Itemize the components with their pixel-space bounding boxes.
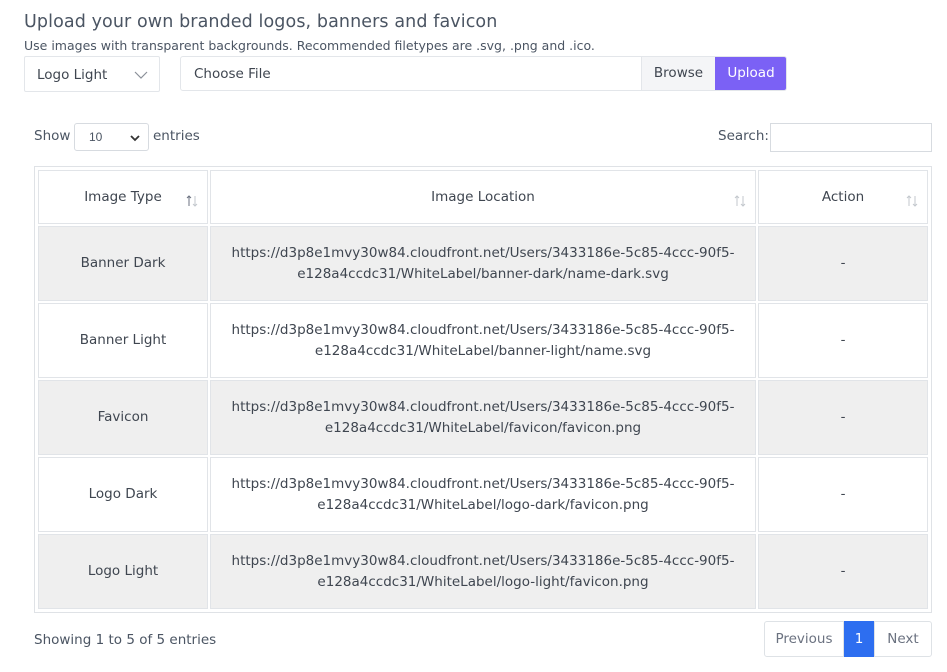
search-label: Search: [718, 128, 769, 144]
cell-action: - [758, 380, 928, 455]
cell-action: - [758, 226, 928, 301]
location-line: e128a4ccdc31/WhiteLabel/banner-light/nam… [314, 342, 652, 359]
browse-button[interactable]: Browse [641, 57, 715, 90]
page-size-select[interactable]: 10 [74, 123, 149, 151]
cell-action: - [758, 303, 928, 378]
show-label: Show [34, 128, 71, 144]
location-line: https://d3p8e1mvy30w84.cloudfront.net/Us… [231, 244, 735, 261]
file-upload-group: Choose File Browse Upload [180, 56, 787, 91]
sort-arrows-icon [734, 195, 746, 207]
table-row: Favicon https://d3p8e1mvy30w84.cloudfron… [38, 380, 928, 455]
chevron-down-icon [130, 135, 140, 142]
cell-image-type: Logo Light [38, 534, 208, 609]
next-page-button[interactable]: Next [874, 621, 932, 657]
location-line: e128a4ccdc31/WhiteLabel/logo-light/favic… [317, 573, 649, 590]
location-line: https://d3p8e1mvy30w84.cloudfront.net/Us… [231, 552, 735, 569]
location-line: https://d3p8e1mvy30w84.cloudfront.net/Us… [231, 398, 735, 415]
cell-image-location: https://d3p8e1mvy30w84.cloudfront.net/Us… [210, 380, 756, 455]
cell-image-type: Banner Dark [38, 226, 208, 301]
sort-arrows-icon [186, 195, 198, 207]
table-row: Logo Light https://d3p8e1mvy30w84.cloudf… [38, 534, 928, 609]
image-type-select[interactable]: Logo Light [24, 56, 160, 92]
previous-page-button[interactable]: Previous [764, 621, 844, 657]
cell-image-location: https://d3p8e1mvy30w84.cloudfront.net/Us… [210, 226, 756, 301]
column-header-image-location[interactable]: Image Location [210, 170, 756, 224]
cell-image-location: https://d3p8e1mvy30w84.cloudfront.net/Us… [210, 534, 756, 609]
search-input[interactable] [770, 123, 932, 152]
pagination: Previous 1 Next [764, 621, 932, 657]
chevron-down-icon [134, 71, 148, 79]
cell-image-location: https://d3p8e1mvy30w84.cloudfront.net/Us… [210, 457, 756, 532]
page-size-value: 10 [89, 130, 103, 144]
location-line: e128a4ccdc31/WhiteLabel/banner-dark/name… [297, 265, 669, 282]
table-row: Banner Light https://d3p8e1mvy30w84.clou… [38, 303, 928, 378]
column-header-label: Image Type [84, 189, 162, 205]
file-input[interactable]: Choose File [194, 66, 271, 82]
page-subtitle: Use images with transparent backgrounds.… [24, 38, 595, 53]
entries-label: entries [153, 128, 200, 144]
table-row: Banner Dark https://d3p8e1mvy30w84.cloud… [38, 226, 928, 301]
cell-action: - [758, 457, 928, 532]
page-title: Upload your own branded logos, banners a… [24, 12, 498, 32]
showing-entries-info: Showing 1 to 5 of 5 entries [34, 632, 217, 648]
cell-image-type: Logo Dark [38, 457, 208, 532]
cell-image-type: Banner Light [38, 303, 208, 378]
sort-arrows-icon [906, 195, 918, 207]
cell-image-location: https://d3p8e1mvy30w84.cloudfront.net/Us… [210, 303, 756, 378]
location-line: https://d3p8e1mvy30w84.cloudfront.net/Us… [231, 321, 735, 338]
page-1-button[interactable]: 1 [844, 621, 874, 657]
cell-image-type: Favicon [38, 380, 208, 455]
images-table: Image Type Image Location Action Banner … [36, 168, 930, 611]
location-line: e128a4ccdc31/WhiteLabel/favicon/favicon.… [324, 419, 642, 436]
location-line: https://d3p8e1mvy30w84.cloudfront.net/Us… [231, 475, 735, 492]
location-line: e128a4ccdc31/WhiteLabel/logo-dark/favico… [317, 496, 649, 513]
column-header-label: Action [821, 189, 865, 205]
column-header-image-type[interactable]: Image Type [38, 170, 208, 224]
upload-button[interactable]: Upload [715, 57, 786, 90]
table-header-row: Image Type Image Location Action [38, 170, 928, 224]
column-header-action[interactable]: Action [758, 170, 928, 224]
image-type-selected-value: Logo Light [37, 67, 108, 83]
images-table-container: Image Type Image Location Action Banner … [34, 166, 932, 613]
table-row: Logo Dark https://d3p8e1mvy30w84.cloudfr… [38, 457, 928, 532]
column-header-label: Image Location [431, 189, 535, 205]
cell-action: - [758, 534, 928, 609]
